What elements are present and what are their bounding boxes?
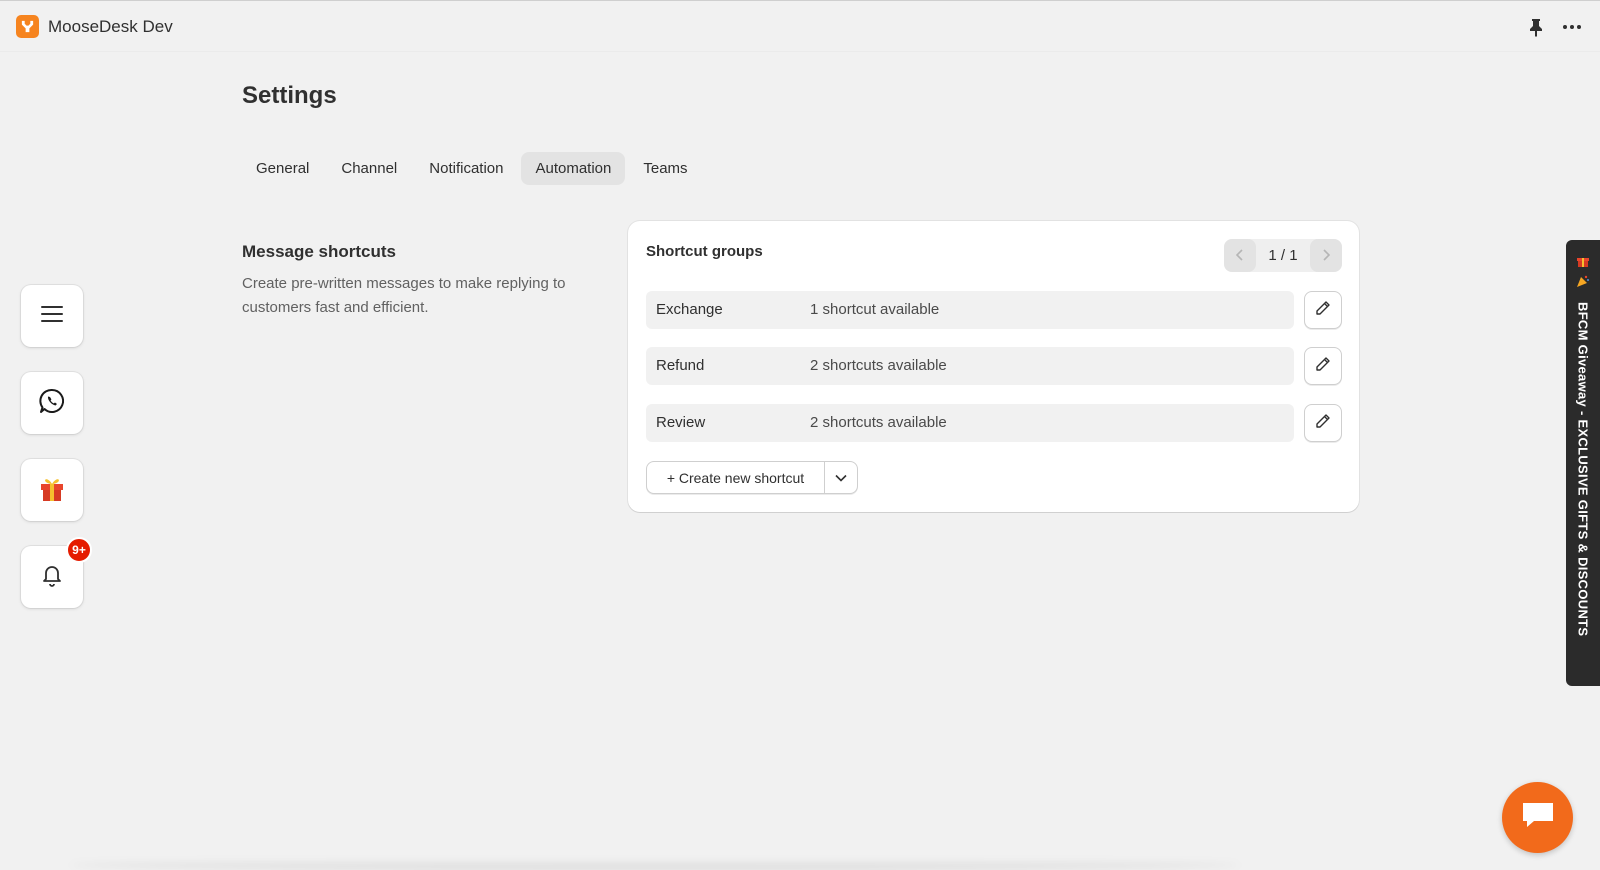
create-options-dropdown-button[interactable]	[825, 462, 857, 493]
group-count: 1 shortcut available	[810, 301, 940, 318]
group-name: Refund	[656, 357, 705, 374]
tab-teams[interactable]: Teams	[629, 152, 701, 185]
edit-button[interactable]	[1304, 347, 1342, 385]
gift-icon	[1575, 252, 1591, 273]
gift-button[interactable]	[21, 459, 83, 521]
shortcut-group-review[interactable]: Review 2 shortcuts available	[646, 404, 1294, 442]
top-bar: MooseDesk Dev	[0, 0, 1600, 52]
list-item: Refund 2 shortcuts available	[646, 347, 1342, 385]
create-new-shortcut-button[interactable]: + Create new shortcut	[647, 462, 825, 493]
menu-icon	[40, 304, 64, 329]
moosedesk-logo-icon	[16, 15, 39, 38]
edit-button[interactable]	[1304, 404, 1342, 442]
shortcut-groups-card: Shortcut groups 1 / 1 Exchange 1 shortcu…	[628, 221, 1359, 512]
page-title: Settings	[242, 82, 337, 109]
chat-bubble-icon	[1520, 799, 1556, 836]
gift-icon	[37, 473, 67, 508]
tab-automation[interactable]: Automation	[521, 152, 626, 185]
promo-side-tab[interactable]: BFCM Giveaway - EXCLUSIVE GIFTS & DISCOU…	[1566, 240, 1600, 686]
tab-notification[interactable]: Notification	[415, 152, 517, 185]
bell-icon	[40, 562, 64, 593]
card-title: Shortcut groups	[646, 243, 763, 260]
party-popper-icon	[1575, 273, 1591, 294]
bottom-shadow	[70, 860, 1240, 870]
edit-button[interactable]	[1304, 291, 1342, 329]
pagination: 1 / 1	[1224, 239, 1342, 272]
shortcut-group-refund[interactable]: Refund 2 shortcuts available	[646, 347, 1294, 385]
prev-page-button[interactable]	[1224, 239, 1256, 272]
chevron-down-icon	[835, 469, 847, 487]
chevron-left-icon	[1235, 248, 1244, 264]
more-options-icon[interactable]	[1561, 17, 1583, 37]
settings-tabs: General Channel Notification Automation …	[242, 152, 702, 185]
section-description: Create pre-written messages to make repl…	[242, 275, 566, 316]
page-indicator: 1 / 1	[1268, 247, 1298, 264]
list-item: Review 2 shortcuts available	[646, 404, 1342, 442]
chat-widget-button[interactable]	[1502, 782, 1573, 853]
menu-button[interactable]	[21, 285, 83, 347]
shortcut-group-exchange[interactable]: Exchange 1 shortcut available	[646, 291, 1294, 329]
promo-text: BFCM Giveaway - EXCLUSIVE GIFTS & DISCOU…	[1575, 302, 1591, 637]
group-name: Exchange	[656, 301, 723, 318]
whatsapp-icon	[38, 387, 66, 420]
pencil-icon	[1315, 356, 1331, 377]
group-count: 2 shortcuts available	[810, 357, 947, 374]
tab-general[interactable]: General	[242, 152, 323, 185]
group-count: 2 shortcuts available	[810, 414, 947, 431]
tab-channel[interactable]: Channel	[327, 152, 411, 185]
pencil-icon	[1315, 413, 1331, 434]
notification-badge: 9+	[66, 537, 92, 563]
pin-icon[interactable]	[1527, 17, 1545, 37]
group-name: Review	[656, 414, 706, 431]
section-title: Message shortcuts	[242, 242, 396, 261]
whatsapp-button[interactable]	[21, 372, 83, 434]
next-page-button[interactable]	[1310, 239, 1342, 272]
chevron-right-icon	[1322, 248, 1331, 264]
pencil-icon	[1315, 300, 1331, 321]
app-title: MooseDesk Dev	[48, 17, 173, 36]
list-item: Exchange 1 shortcut available	[646, 291, 1342, 329]
create-shortcut-button-group: + Create new shortcut	[646, 461, 858, 494]
